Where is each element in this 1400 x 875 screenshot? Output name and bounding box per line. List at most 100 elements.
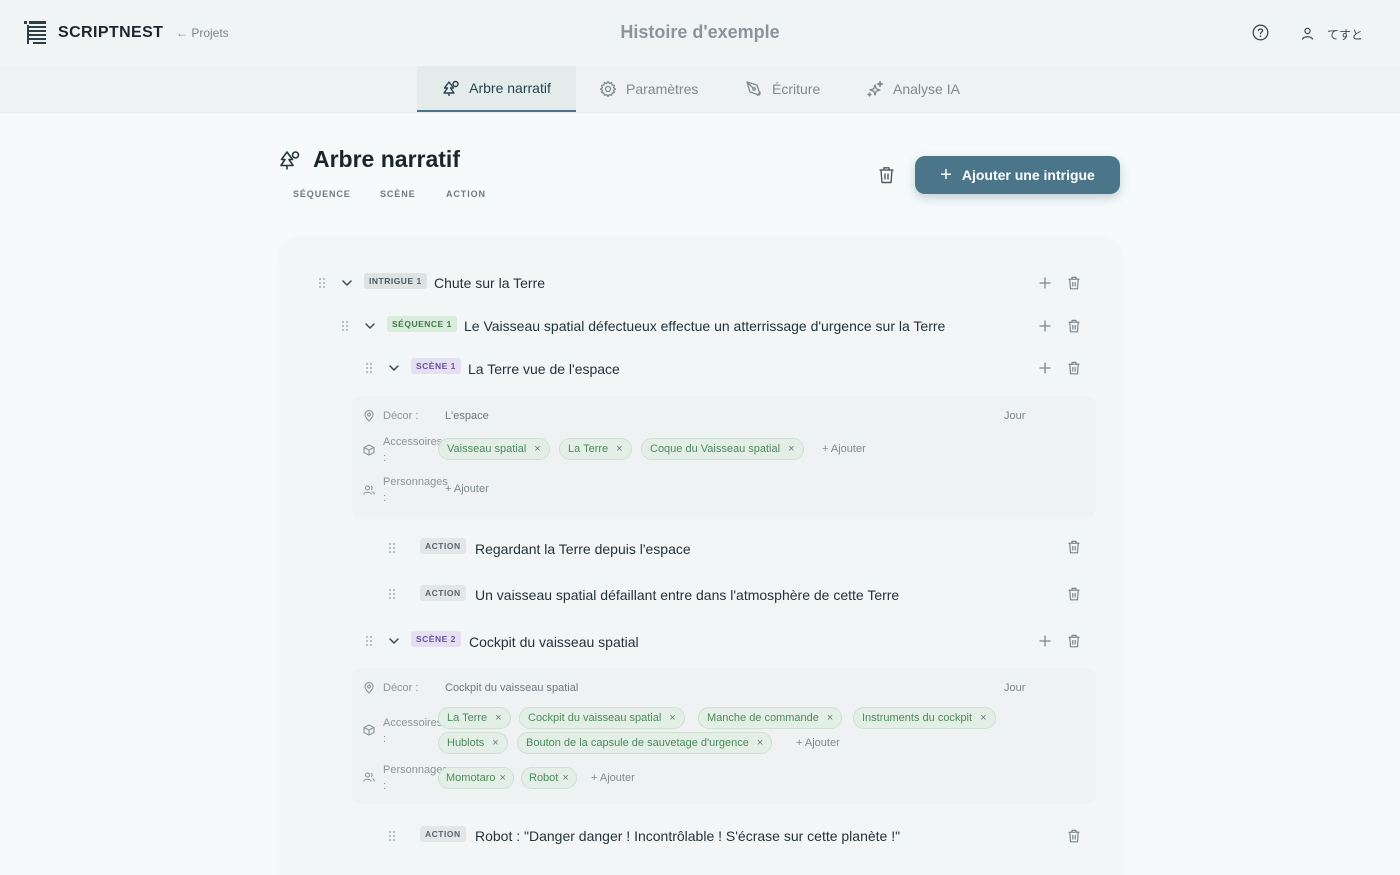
close-icon[interactable]: × xyxy=(757,737,763,749)
tab-parametres[interactable]: Paramètres xyxy=(599,66,698,112)
action-badge: ACTION xyxy=(420,826,466,842)
sequence-title[interactable]: Le Vaisseau spatial défectueux effectue … xyxy=(464,318,945,334)
chip-label: Bouton de la capsule de sauvetage d'urge… xyxy=(526,737,749,749)
scene-details-1: Décor : L'espace Jour Accessoires : Vais… xyxy=(352,396,1095,518)
drag-handle-icon[interactable] xyxy=(318,277,326,289)
decor-value[interactable]: L'espace xyxy=(445,410,489,422)
scene-details-2: Décor : Cockpit du vaisseau spatial Jour… xyxy=(352,668,1095,804)
drag-handle-icon[interactable] xyxy=(388,542,396,554)
add-plot-label: Ajouter une intrigue xyxy=(961,167,1095,183)
trash-icon[interactable] xyxy=(1067,540,1081,554)
main-tabs: Arbre narratif Paramètres Écriture Analy… xyxy=(0,66,1400,113)
drag-handle-icon[interactable] xyxy=(365,362,373,374)
tab-label: Arbre narratif xyxy=(469,80,551,96)
prop-chip[interactable]: Bouton de la capsule de sauvetage d'urge… xyxy=(517,732,773,754)
chip-label: Coque du Vaisseau spatial xyxy=(650,443,781,455)
tab-arbre-narratif[interactable]: Arbre narratif xyxy=(417,66,576,112)
props-label: Accessoires : xyxy=(383,717,443,745)
prop-chip[interactable]: Instruments du cockpit × xyxy=(853,707,996,729)
time-of-day[interactable]: Jour xyxy=(1004,682,1025,694)
chevron-down-icon[interactable] xyxy=(388,362,400,374)
drag-handle-icon[interactable] xyxy=(388,588,396,600)
close-icon[interactable]: × xyxy=(562,772,568,784)
tab-ecriture[interactable]: Écriture xyxy=(745,66,820,112)
add-plot-button[interactable]: + Ajouter une intrigue xyxy=(915,156,1120,194)
trash-icon[interactable] xyxy=(1067,829,1081,843)
close-icon[interactable]: × xyxy=(495,712,501,724)
prop-chip[interactable]: Coque du Vaisseau spatial × xyxy=(641,438,804,460)
add-character-link[interactable]: + Ajouter xyxy=(591,772,635,784)
drag-handle-icon[interactable] xyxy=(341,320,349,332)
prop-chip[interactable]: La Terre × xyxy=(438,707,511,729)
decor-value[interactable]: Cockpit du vaisseau spatial xyxy=(445,682,578,694)
users-icon xyxy=(363,485,375,495)
chip-label: La Terre xyxy=(447,712,488,724)
intrigue-title[interactable]: Chute sur la Terre xyxy=(434,275,545,291)
add-prop-link[interactable]: + Ajouter xyxy=(822,443,866,455)
close-icon[interactable]: × xyxy=(827,712,833,724)
action-text[interactable]: Un vaisseau spatial défaillant entre dan… xyxy=(475,587,899,603)
plus-icon[interactable] xyxy=(1038,634,1052,648)
trash-icon[interactable] xyxy=(1067,319,1081,333)
chip-label: Instruments du cockpit xyxy=(862,712,973,724)
help-icon[interactable] xyxy=(1252,24,1269,41)
trash-icon[interactable] xyxy=(878,166,895,184)
action-text[interactable]: Regardant la Terre depuis l'espace xyxy=(475,541,691,557)
chip-label: Hublots xyxy=(447,737,485,749)
add-character-link[interactable]: + Ajouter xyxy=(445,483,489,495)
close-icon[interactable]: × xyxy=(669,712,675,724)
trash-icon[interactable] xyxy=(1067,276,1081,290)
prop-chip[interactable]: La Terre × xyxy=(559,438,632,460)
close-icon[interactable]: × xyxy=(616,443,622,455)
drag-handle-icon[interactable] xyxy=(388,830,396,842)
prop-chip[interactable]: Manche de commande × xyxy=(698,707,843,729)
user-icon[interactable] xyxy=(1301,27,1314,40)
chip-label: Cockpit du vaisseau spatial xyxy=(528,712,662,724)
decor-label: Décor : xyxy=(383,410,419,422)
users-icon xyxy=(363,772,375,782)
story-title: Histoire d'exemple xyxy=(620,22,780,42)
drag-handle-icon[interactable] xyxy=(365,635,373,647)
box-icon xyxy=(363,724,375,736)
sequence-badge: SÉQUENCE 1 xyxy=(387,316,457,332)
chevron-down-icon[interactable] xyxy=(364,320,376,332)
plus-icon: + xyxy=(940,164,952,186)
scene-title[interactable]: Cockpit du vaisseau spatial xyxy=(469,634,639,650)
chevron-down-icon[interactable] xyxy=(388,635,400,647)
close-icon[interactable]: × xyxy=(492,737,498,749)
box-icon xyxy=(363,444,375,456)
time-of-day[interactable]: Jour xyxy=(1004,410,1025,422)
characters-label: Personnages : xyxy=(383,764,448,792)
prop-chip[interactable]: Vaisseau spatial × xyxy=(438,438,550,460)
action-badge: ACTION xyxy=(420,538,466,554)
plus-icon[interactable] xyxy=(1038,276,1052,290)
chip-label: Vaisseau spatial xyxy=(447,443,527,455)
character-chip[interactable]: Momotaro × xyxy=(438,767,514,789)
plus-icon[interactable] xyxy=(1038,361,1052,375)
tree-icon xyxy=(443,80,459,96)
prop-chip[interactable]: Cockpit du vaisseau spatial × xyxy=(519,707,685,729)
prop-chip[interactable]: Hublots × xyxy=(438,732,508,754)
trash-icon[interactable] xyxy=(1067,634,1081,648)
tab-analyse-ia[interactable]: Analyse IA xyxy=(866,66,960,112)
scene-title[interactable]: La Terre vue de l'espace xyxy=(468,361,620,377)
close-icon[interactable]: × xyxy=(500,772,506,784)
scene-badge: SCÈNE 2 xyxy=(411,631,461,647)
legend-scene: SCÈNE xyxy=(380,189,416,199)
character-chip[interactable]: Robot × xyxy=(521,767,577,789)
close-icon[interactable]: × xyxy=(980,712,986,724)
sparkle-icon xyxy=(867,80,884,97)
close-icon[interactable]: × xyxy=(788,443,794,455)
user-name[interactable]: てすと xyxy=(1327,26,1363,43)
trash-icon[interactable] xyxy=(1067,587,1081,601)
scene-badge: SCÈNE 1 xyxy=(411,358,461,374)
add-prop-link[interactable]: + Ajouter xyxy=(796,737,840,749)
decor-label: Décor : xyxy=(383,682,419,694)
action-text[interactable]: Robot : "Danger danger ! Incontrôlable !… xyxy=(475,828,900,844)
close-icon[interactable]: × xyxy=(534,443,540,455)
tab-label: Paramètres xyxy=(626,81,699,97)
trash-icon[interactable] xyxy=(1067,361,1081,375)
chevron-down-icon[interactable] xyxy=(341,277,353,289)
plus-icon[interactable] xyxy=(1038,319,1052,333)
tree-icon xyxy=(280,151,300,170)
